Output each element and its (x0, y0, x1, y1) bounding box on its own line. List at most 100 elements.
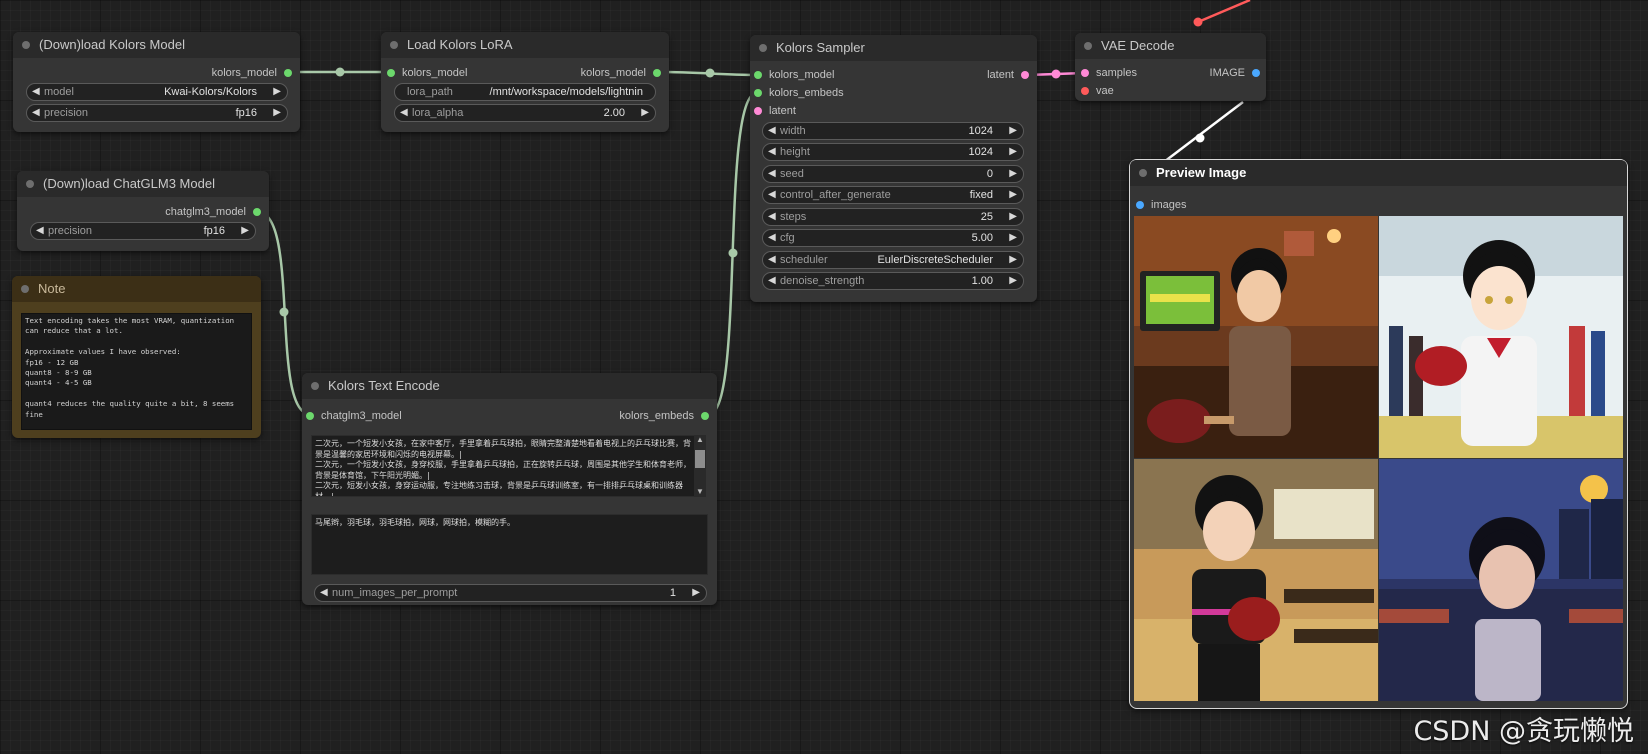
collapse-dot-icon[interactable] (1084, 42, 1092, 50)
output-slot-chatglm3-model[interactable]: chatglm3_model (165, 205, 261, 219)
input-slot-kolors-model[interactable]: kolors_model (387, 66, 467, 80)
arrow-right-icon[interactable]: ▶ (1009, 273, 1017, 289)
input-slot-images[interactable]: images (1136, 198, 1186, 212)
collapse-dot-icon[interactable] (311, 382, 319, 390)
preview-image-4[interactable] (1379, 459, 1623, 701)
node-title[interactable]: Preview Image (1130, 160, 1627, 186)
node-title[interactable]: Note (12, 276, 261, 302)
arrow-left-icon[interactable]: ◀ (768, 252, 776, 268)
slot-pin-icon[interactable] (306, 412, 314, 420)
scroll-up-icon[interactable]: ▲ (694, 435, 706, 445)
negative-prompt-textarea[interactable]: 马尾辫，羽毛球，羽毛球拍，网球，网球拍，模糊的手。 (311, 514, 708, 575)
input-slot-chatglm3-model[interactable]: chatglm3_model (306, 409, 402, 423)
node-vae-decode[interactable]: VAE Decode samples vae IMAGE (1075, 33, 1266, 101)
arrow-right-icon[interactable]: ▶ (641, 105, 649, 121)
arrow-right-icon[interactable]: ▶ (1009, 252, 1017, 268)
arrow-right-icon[interactable]: ▶ (1009, 144, 1017, 160)
arrow-left-icon[interactable]: ◀ (768, 230, 776, 246)
output-slot-kolors-model[interactable]: kolors_model (581, 66, 661, 80)
note-textarea[interactable]: Text encoding takes the most VRAM, quant… (21, 313, 252, 430)
arrow-right-icon[interactable]: ▶ (273, 105, 281, 121)
arrow-left-icon[interactable]: ◀ (768, 273, 776, 289)
output-slot-image[interactable]: IMAGE (1210, 66, 1260, 80)
prompt-scrollbar[interactable]: ▲ ▼ (694, 435, 706, 497)
node-title[interactable]: VAE Decode (1075, 33, 1266, 59)
arrow-left-icon[interactable]: ◀ (36, 223, 44, 239)
output-slot-kolors-embeds[interactable]: kolors_embeds (619, 409, 709, 423)
lora-path-input[interactable]: lora_path /mnt/workspace/models/lightnin (394, 83, 656, 101)
slot-pin-icon[interactable] (1081, 87, 1089, 95)
preview-image-2[interactable] (1379, 216, 1623, 458)
precision-combo[interactable]: ◀ precision fp16 ▶ (26, 104, 288, 122)
arrow-right-icon[interactable]: ▶ (1009, 123, 1017, 139)
slot-pin-icon[interactable] (253, 208, 261, 216)
arrow-right-icon[interactable]: ▶ (241, 223, 249, 239)
slot-pin-icon[interactable] (653, 69, 661, 77)
input-slot-latent[interactable]: latent (754, 104, 796, 118)
node-title[interactable]: (Down)load Kolors Model (13, 32, 300, 58)
collapse-dot-icon[interactable] (21, 285, 29, 293)
arrow-left-icon[interactable]: ◀ (768, 209, 776, 225)
node-download-kolors-model[interactable]: (Down)load Kolors Model kolors_model ◀ m… (13, 32, 300, 132)
prompt-textarea[interactable]: 二次元，一个短发小女孩，在家中客厅，手里拿着乒乓球拍，眼睛完整清楚地看着电视上的… (311, 435, 696, 497)
arrow-right-icon[interactable]: ▶ (1009, 209, 1017, 225)
input-slot-vae[interactable]: vae (1081, 84, 1114, 98)
node-kolors-sampler[interactable]: Kolors Sampler kolors_model kolors_embed… (750, 35, 1037, 302)
model-combo[interactable]: ◀ model Kwai-Kolors/Kolors ▶ (26, 83, 288, 101)
cfg-number[interactable]: ◀ cfg 5.00 ▶ (762, 229, 1024, 247)
arrow-left-icon[interactable]: ◀ (400, 105, 408, 121)
scrollbar-thumb[interactable] (695, 450, 705, 468)
slot-pin-icon[interactable] (701, 412, 709, 420)
slot-pin-icon[interactable] (1021, 71, 1029, 79)
num-images-per-prompt-number[interactable]: ◀ num_images_per_prompt 1 ▶ (314, 584, 707, 602)
node-preview-image[interactable]: Preview Image images (1129, 159, 1628, 709)
slot-pin-icon[interactable] (1081, 69, 1089, 77)
node-title[interactable]: (Down)load ChatGLM3 Model (17, 171, 269, 197)
scroll-down-icon[interactable]: ▼ (694, 487, 706, 497)
slot-pin-icon[interactable] (754, 71, 762, 79)
collapse-dot-icon[interactable] (390, 41, 398, 49)
node-title[interactable]: Kolors Sampler (750, 35, 1037, 61)
input-slot-kolors-model[interactable]: kolors_model (754, 68, 834, 82)
arrow-left-icon[interactable]: ◀ (768, 166, 776, 182)
slot-pin-icon[interactable] (1252, 69, 1260, 77)
arrow-left-icon[interactable]: ◀ (768, 144, 776, 160)
node-note[interactable]: Note Text encoding takes the most VRAM, … (12, 276, 261, 438)
arrow-left-icon[interactable]: ◀ (32, 105, 40, 121)
arrow-left-icon[interactable]: ◀ (768, 187, 776, 203)
collapse-dot-icon[interactable] (759, 44, 767, 52)
node-kolors-text-encode[interactable]: Kolors Text Encode chatglm3_model kolors… (302, 373, 717, 605)
node-load-kolors-lora[interactable]: Load Kolors LoRA kolors_model kolors_mod… (381, 32, 669, 132)
denoise-strength-number[interactable]: ◀ denoise_strength 1.00 ▶ (762, 272, 1024, 290)
preview-image-3[interactable] (1134, 459, 1378, 701)
collapse-dot-icon[interactable] (1139, 169, 1147, 177)
seed-number[interactable]: ◀ seed 0 ▶ (762, 165, 1024, 183)
steps-number[interactable]: ◀ steps 25 ▶ (762, 208, 1024, 226)
node-title[interactable]: Load Kolors LoRA (381, 32, 669, 58)
precision-combo[interactable]: ◀ precision fp16 ▶ (30, 222, 256, 240)
output-slot-kolors-model[interactable]: kolors_model (212, 66, 292, 80)
slot-pin-icon[interactable] (1136, 201, 1144, 209)
arrow-left-icon[interactable]: ◀ (32, 84, 40, 100)
slot-pin-icon[interactable] (387, 69, 395, 77)
arrow-right-icon[interactable]: ▶ (273, 84, 281, 100)
input-slot-kolors-embeds[interactable]: kolors_embeds (754, 86, 844, 100)
node-download-chatglm3-model[interactable]: (Down)load ChatGLM3 Model chatglm3_model… (17, 171, 269, 251)
height-number[interactable]: ◀ height 1024 ▶ (762, 143, 1024, 161)
input-slot-samples[interactable]: samples (1081, 66, 1137, 80)
collapse-dot-icon[interactable] (22, 41, 30, 49)
node-title[interactable]: Kolors Text Encode (302, 373, 717, 399)
arrow-right-icon[interactable]: ▶ (692, 585, 700, 601)
output-slot-latent[interactable]: latent (987, 68, 1029, 82)
slot-pin-icon[interactable] (754, 89, 762, 97)
arrow-right-icon[interactable]: ▶ (1009, 166, 1017, 182)
arrow-right-icon[interactable]: ▶ (1009, 187, 1017, 203)
preview-image-1[interactable] (1134, 216, 1378, 458)
arrow-right-icon[interactable]: ▶ (1009, 230, 1017, 246)
collapse-dot-icon[interactable] (26, 180, 34, 188)
arrow-left-icon[interactable]: ◀ (320, 585, 328, 601)
slot-pin-icon[interactable] (754, 107, 762, 115)
lora-alpha-number[interactable]: ◀ lora_alpha 2.00 ▶ (394, 104, 656, 122)
arrow-left-icon[interactable]: ◀ (768, 123, 776, 139)
slot-pin-icon[interactable] (284, 69, 292, 77)
